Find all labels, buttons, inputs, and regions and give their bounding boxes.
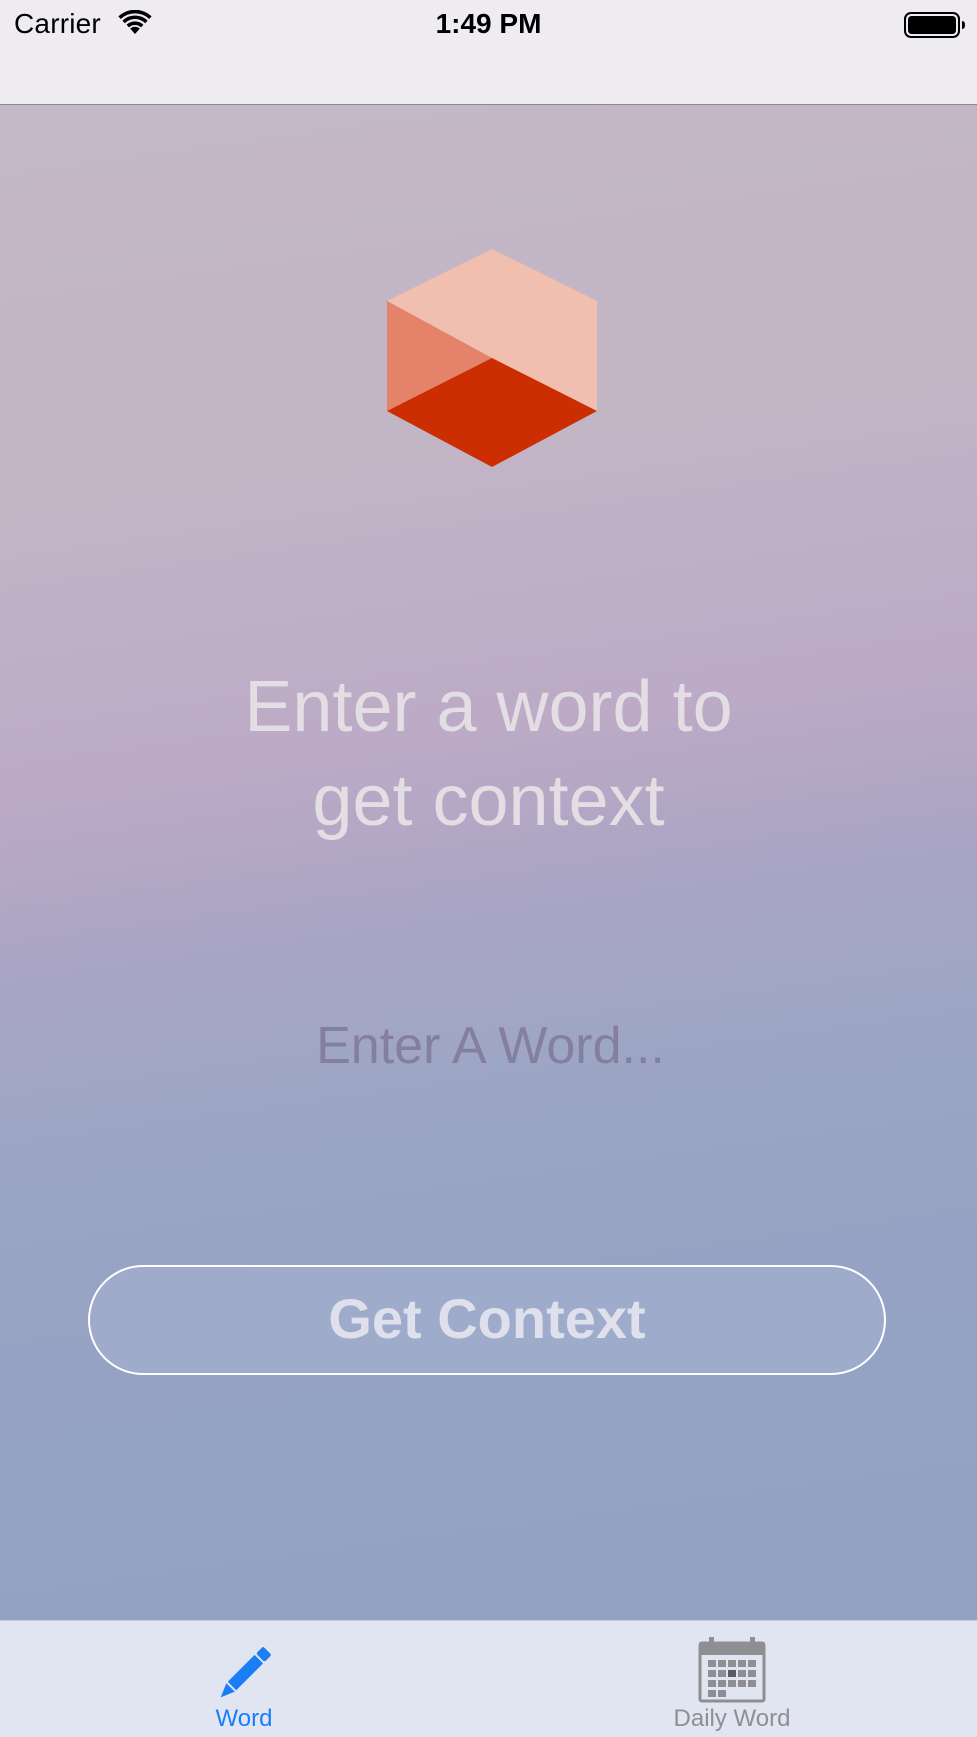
- tab-daily-word-label: Daily Word: [673, 1705, 791, 1732]
- headline-line-2: get context: [312, 761, 665, 841]
- navigation-bar: [0, 50, 977, 105]
- main-content: Enter a word to get context: [0, 105, 977, 1620]
- tab-bar: Word Daily Word: [0, 1620, 977, 1737]
- headline: Enter a word to get context: [150, 660, 827, 848]
- app-screen: Carrier 1:49 PM Enter a word to get cont…: [0, 0, 977, 1737]
- word-input[interactable]: [190, 1010, 791, 1082]
- tab-daily-word[interactable]: Daily Word: [488, 1621, 976, 1737]
- calendar-icon: [698, 1637, 766, 1703]
- tab-word-label: Word: [215, 1705, 273, 1732]
- headline-line-1: Enter a word to: [244, 667, 733, 747]
- hexagon-cube-logo: [387, 249, 597, 467]
- pencil-icon: [220, 1647, 271, 1698]
- clock-time: 1:49 PM: [435, 8, 542, 39]
- status-bar: Carrier 1:49 PM: [0, 0, 977, 50]
- get-context-button[interactable]: Get Context: [88, 1265, 886, 1375]
- battery-icon: [904, 12, 965, 38]
- tab-word[interactable]: Word: [0, 1621, 488, 1737]
